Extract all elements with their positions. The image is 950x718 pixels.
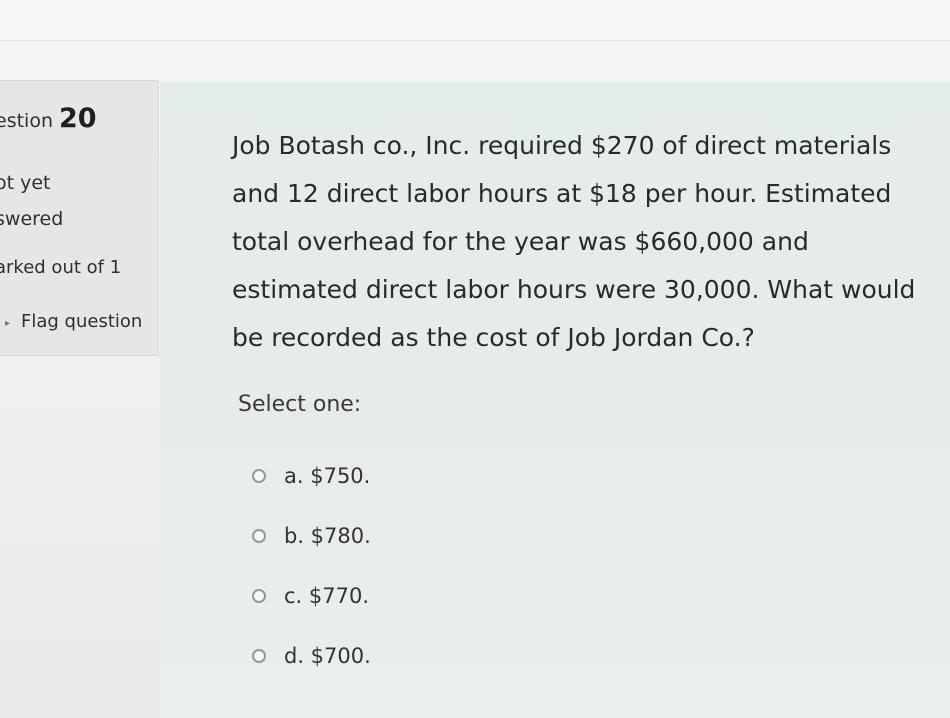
- answer-label-c: c. $770.: [284, 584, 370, 608]
- question-state: ot yet swered: [0, 172, 64, 230]
- question-number: 20: [58, 103, 97, 134]
- question-marks: arked out of 1: [0, 257, 122, 278]
- flag-icon: ▸: [5, 318, 11, 329]
- header-divider: [0, 40, 950, 41]
- question-heading: estion 20: [0, 103, 97, 134]
- answer-label-a: a. $750.: [284, 464, 371, 488]
- question-label: estion: [0, 110, 53, 132]
- question-info-panel: estion 20 ot yet swered arked out of 1 ▸ F…: [0, 80, 159, 356]
- question-content-panel: Job Botash co., Inc. required $270 of di…: [160, 82, 950, 718]
- flag-question-link[interactable]: ▸ Flag question: [5, 311, 142, 332]
- answer-label-d: d. $700.: [284, 644, 371, 668]
- answer-option-b[interactable]: b. $780.: [252, 506, 371, 566]
- radio-button-a[interactable]: [252, 469, 266, 483]
- flag-question-label: Flag question: [21, 311, 143, 332]
- radio-button-d[interactable]: [252, 649, 266, 663]
- radio-button-c[interactable]: [252, 589, 266, 603]
- select-one-prompt: Select one:: [238, 392, 362, 417]
- answer-options: a. $750. b. $780. c. $770. d. $700.: [252, 446, 371, 686]
- answer-option-a[interactable]: a. $750.: [252, 446, 371, 506]
- question-text: Job Botash co., Inc. required $270 of di…: [232, 131, 916, 352]
- radio-button-b[interactable]: [252, 529, 266, 543]
- answer-option-c[interactable]: c. $770.: [252, 566, 371, 626]
- answer-label-b: b. $780.: [284, 524, 371, 548]
- answer-option-d[interactable]: d. $700.: [252, 626, 371, 686]
- quiz-page: estion 20 ot yet swered arked out of 1 ▸ F…: [0, 0, 950, 718]
